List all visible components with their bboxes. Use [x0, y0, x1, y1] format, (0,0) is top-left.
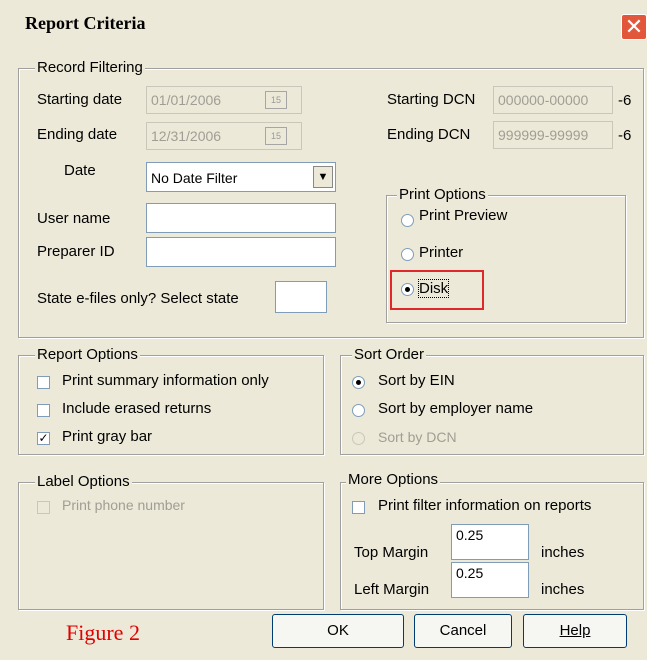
user-name-input[interactable]	[146, 203, 336, 233]
sort-employer-radio[interactable]	[352, 404, 365, 417]
starting-dcn-label: Starting DCN	[387, 91, 476, 108]
checkmark-icon: ✓	[38, 431, 49, 445]
top-margin-label: Top Margin	[354, 544, 429, 561]
phone-number-checkbox	[37, 501, 50, 514]
starting-date-label: Starting date	[37, 91, 123, 108]
ending-dcn-value: 999999-99999	[498, 127, 589, 143]
phone-number-label: Print phone number	[62, 497, 185, 513]
ending-dcn-field[interactable]: 999999-99999	[493, 121, 613, 149]
sort-ein-radio[interactable]	[352, 376, 365, 389]
sort-order-legend: Sort Order	[352, 346, 427, 363]
left-margin-input[interactable]: 0.25	[451, 562, 529, 598]
printer-radio[interactable]	[401, 248, 414, 261]
print-filter-label[interactable]: Print filter information on reports	[378, 497, 591, 514]
print-preview-radio[interactable]	[401, 214, 414, 227]
starting-dcn-field[interactable]: 000000-00000	[493, 86, 613, 114]
top-margin-unit: inches	[541, 544, 585, 561]
figure-caption: Figure 2	[66, 620, 140, 645]
top-margin-value: 0.25	[456, 527, 484, 543]
ending-dcn-label: Ending DCN	[387, 126, 471, 143]
window-title: Report Criteria	[25, 13, 146, 33]
sort-employer-label[interactable]: Sort by employer name	[378, 400, 533, 417]
preparer-id-label: Preparer ID	[37, 243, 115, 260]
more-options-legend: More Options	[346, 471, 441, 488]
summary-only-label[interactable]: Print summary information only	[62, 372, 269, 389]
cancel-button[interactable]: Cancel	[414, 614, 512, 648]
left-margin-unit: inches	[541, 581, 585, 598]
starting-dcn-suffix: -6	[618, 92, 632, 109]
preparer-id-input[interactable]	[146, 237, 336, 267]
starting-date-value: 01/01/2006	[151, 92, 222, 108]
state-input[interactable]	[275, 281, 327, 313]
left-margin-label: Left Margin	[354, 581, 430, 598]
summary-only-checkbox[interactable]	[37, 376, 50, 389]
date-label: Date	[64, 162, 96, 179]
gray-bar-checkbox[interactable]: ✓	[37, 432, 50, 445]
sort-ein-label[interactable]: Sort by EIN	[378, 372, 455, 389]
label-options-legend: Label Options	[35, 473, 132, 490]
erased-returns-label[interactable]: Include erased returns	[62, 400, 211, 417]
date-filter-selected: No Date Filter	[151, 170, 238, 186]
starting-date-field[interactable]: 01/01/2006 15	[146, 86, 302, 114]
report-options-legend: Report Options	[35, 346, 140, 363]
state-efiles-label: State e-files only? Select state	[37, 290, 239, 307]
close-button[interactable]: ✕	[621, 14, 647, 40]
calendar-icon[interactable]: 15	[265, 127, 287, 145]
sort-dcn-radio	[352, 432, 365, 445]
date-filter-select[interactable]: No Date Filter ▼	[146, 162, 336, 192]
calendar-icon[interactable]: 15	[265, 91, 287, 109]
user-name-label: User name	[37, 210, 111, 227]
ok-button[interactable]: OK	[272, 614, 404, 648]
starting-dcn-value: 000000-00000	[498, 92, 589, 108]
ending-dcn-suffix: -6	[618, 127, 632, 144]
erased-returns-checkbox[interactable]	[37, 404, 50, 417]
left-margin-value: 0.25	[456, 565, 484, 581]
help-button[interactable]: Help	[523, 614, 627, 648]
sort-dcn-label: Sort by DCN	[378, 429, 457, 445]
record-filtering-legend: Record Filtering	[35, 59, 145, 76]
close-icon: ✕	[624, 14, 644, 39]
printer-label[interactable]: Printer	[419, 244, 463, 261]
ending-date-field[interactable]: 12/31/2006 15	[146, 122, 302, 150]
top-margin-input[interactable]: 0.25	[451, 524, 529, 560]
ending-date-label: Ending date	[37, 126, 118, 143]
print-filter-checkbox[interactable]	[352, 501, 365, 514]
highlight-box	[390, 270, 484, 310]
gray-bar-label[interactable]: Print gray bar	[62, 428, 152, 445]
title-bar: Report Criteria ✕	[0, 0, 647, 46]
chevron-down-icon[interactable]: ▼	[313, 166, 333, 188]
print-preview-label[interactable]: Print Preview	[419, 207, 507, 224]
report-criteria-dialog: Report Criteria ✕ Record Filtering Start…	[0, 0, 647, 660]
ending-date-value: 12/31/2006	[151, 128, 222, 144]
print-options-legend: Print Options	[397, 186, 488, 203]
